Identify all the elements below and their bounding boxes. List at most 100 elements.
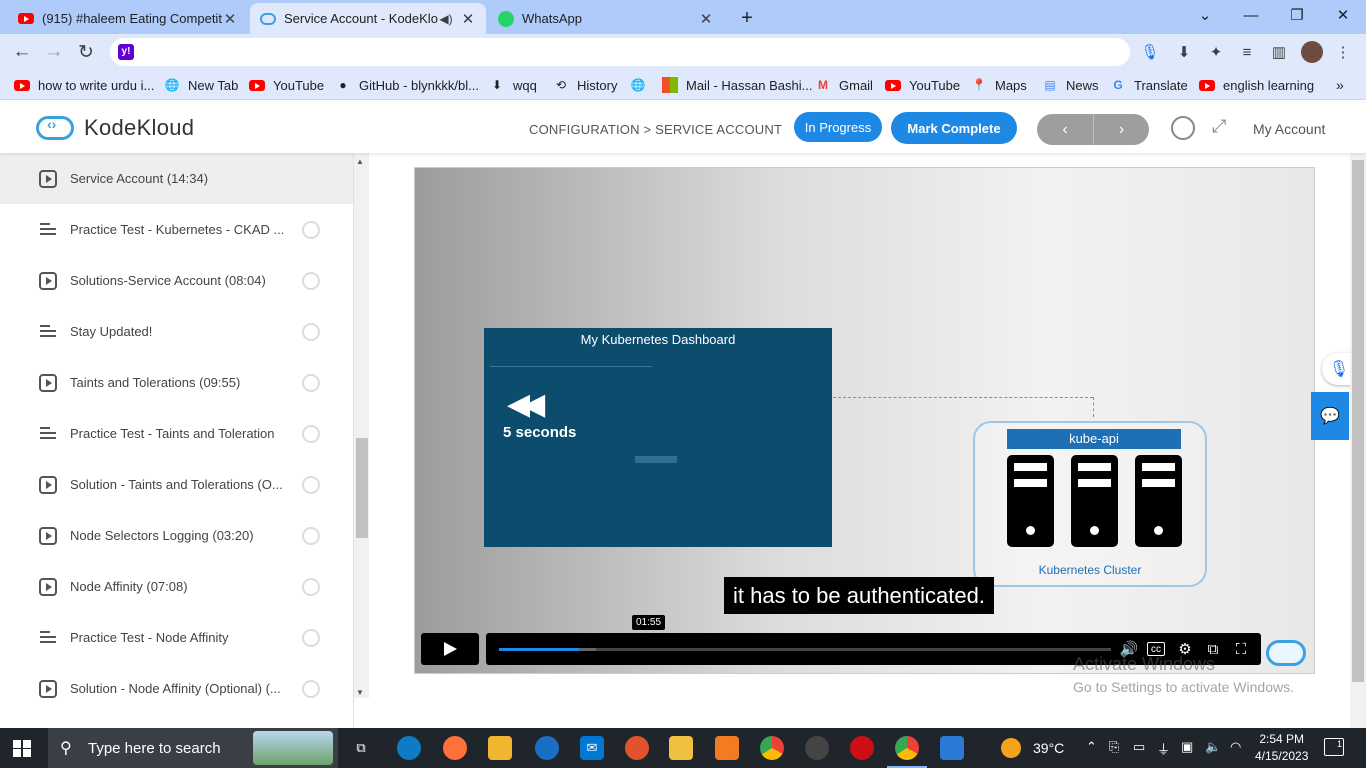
opera-icon[interactable] <box>850 736 874 760</box>
chrome-icon[interactable] <box>760 736 784 760</box>
next-lesson-button[interactable]: › <box>1093 114 1149 145</box>
tab-search-icon[interactable]: ⌄ <box>1182 0 1228 30</box>
weather-widget[interactable]: 39°C <box>1001 738 1064 758</box>
microphone-icon[interactable]: 🎙 <box>1140 42 1160 62</box>
tab-whatsapp[interactable]: WhatsApp ✕ <box>488 3 724 34</box>
close-window-icon[interactable]: ✕ <box>1320 0 1366 30</box>
completion-circle-icon[interactable] <box>302 220 320 239</box>
completion-circle-icon[interactable] <box>302 526 320 545</box>
close-icon[interactable]: ✕ <box>698 10 714 28</box>
address-bar[interactable]: y! <box>110 38 1130 66</box>
menu-icon[interactable]: ⋮ <box>1333 42 1353 62</box>
store-icon[interactable] <box>488 736 512 760</box>
windows-start-icon[interactable] <box>13 740 31 757</box>
dark-mode-icon[interactable] <box>1171 116 1195 140</box>
close-icon[interactable]: ✕ <box>460 10 476 28</box>
extension-download-icon[interactable]: ⬇ <box>1174 42 1194 62</box>
completion-circle-icon[interactable] <box>302 679 320 698</box>
task-view-icon[interactable]: ⧉ <box>349 736 373 760</box>
sidebar-scrollbar[interactable] <box>354 153 369 698</box>
my-account-link[interactable]: My Account <box>1253 121 1325 137</box>
firefox-icon[interactable] <box>443 736 467 760</box>
bookmark-item[interactable]: 🌐 New Tab <box>164 76 239 94</box>
completion-circle-icon[interactable] <box>302 373 320 392</box>
reload-icon[interactable]: ↻ <box>73 40 99 64</box>
app-icon[interactable] <box>625 736 649 760</box>
bookmark-item[interactable]: YouTube <box>885 76 960 94</box>
tab-kodekloud[interactable]: Service Account - KodeKloud ◀) ✕ <box>250 3 486 34</box>
lesson-item[interactable]: Node Affinity (07:08) <box>0 561 353 612</box>
bookmark-item[interactable]: ⬇ wqq <box>489 76 537 94</box>
expand-icon[interactable]: ⤢ <box>1212 116 1226 137</box>
speaker-icon[interactable]: 🔈 <box>1205 739 1221 755</box>
completion-circle-icon[interactable] <box>302 475 320 494</box>
chrome-active-icon[interactable] <box>887 736 927 768</box>
lesson-item[interactable]: Solutions-Service Account (08:04) <box>0 255 353 306</box>
completion-circle-icon[interactable] <box>302 628 320 647</box>
lesson-item[interactable]: Node Selectors Logging (03:20) <box>0 510 353 561</box>
scroll-down-icon[interactable]: ▼ <box>356 688 364 697</box>
bookmark-item[interactable]: G Translate <box>1110 76 1187 94</box>
side-panel-icon[interactable]: ▥ <box>1269 42 1289 62</box>
kodekloud-logo[interactable]: KodeKloud <box>36 115 194 141</box>
monitor-icon[interactable]: ▣ <box>1181 739 1193 755</box>
forward-icon[interactable]: → <box>41 40 67 64</box>
bookmark-item[interactable]: ⟲ History <box>553 76 617 94</box>
sidebar-scroll-thumb[interactable] <box>356 438 368 538</box>
file-explorer-icon[interactable] <box>669 736 693 760</box>
mark-complete-button[interactable]: Mark Complete <box>891 112 1017 144</box>
bookmarks-overflow-icon[interactable]: » <box>1336 76 1344 94</box>
minimize-icon[interactable]: — <box>1228 0 1274 30</box>
bookmark-item[interactable]: how to write urdu i... <box>14 76 154 94</box>
tab-youtube[interactable]: (915) #haleem Eating Competitio ✕ <box>8 3 248 34</box>
bookmark-item[interactable]: M Gmail <box>815 76 873 94</box>
usb-icon[interactable]: ⏚ <box>1157 739 1170 758</box>
lesson-item[interactable]: Solution - Node Affinity (Optional) (... <box>0 663 353 714</box>
lesson-item[interactable]: Service Account (14:34) <box>0 153 353 204</box>
chat-icon[interactable]: 💬 <box>1311 392 1349 440</box>
mute-icon[interactable]: ◀) <box>438 12 454 26</box>
lesson-item[interactable]: Practice Test - Taints and Toleration <box>0 408 353 459</box>
previous-lesson-button[interactable]: ‹ <box>1037 114 1093 145</box>
photos-icon[interactable] <box>940 736 964 760</box>
wifi-icon[interactable]: ◠ <box>1230 739 1241 755</box>
skype-icon[interactable] <box>535 736 559 760</box>
mail-icon[interactable]: ✉ <box>580 736 604 760</box>
obs-icon[interactable] <box>805 736 829 760</box>
lesson-item[interactable]: Practice Test - Node Affinity <box>0 612 353 663</box>
bookmark-item[interactable]: english learning <box>1199 76 1314 94</box>
settings-app-icon[interactable] <box>715 736 739 760</box>
puzzle-icon[interactable]: ✦ <box>1206 42 1226 62</box>
new-tab-button[interactable]: + <box>730 3 764 34</box>
edge-icon[interactable] <box>397 736 421 760</box>
page-scroll-thumb[interactable] <box>1352 160 1364 682</box>
completion-circle-icon[interactable] <box>302 169 320 188</box>
lesson-item[interactable]: Practice Test - Kubernetes - CKAD ... <box>0 204 353 255</box>
bookmark-item[interactable]: YouTube <box>249 76 324 94</box>
completion-circle-icon[interactable] <box>302 424 320 443</box>
play-button[interactable] <box>421 633 479 665</box>
scroll-up-icon[interactable]: ▲ <box>356 157 364 166</box>
media-control-icon[interactable]: ≡ <box>1237 42 1257 62</box>
close-icon[interactable]: ✕ <box>222 10 238 28</box>
system-clock[interactable]: 2:54 PM 4/15/2023 <box>1255 731 1308 765</box>
lesson-item[interactable]: Taints and Tolerations (09:55) <box>0 357 353 408</box>
lesson-item[interactable]: Solution - Taints and Tolerations (O... <box>0 459 353 510</box>
network-device-icon[interactable]: ⎘ <box>1109 739 1119 755</box>
lesson-item[interactable]: Stay Updated! <box>0 306 353 357</box>
completion-circle-icon[interactable] <box>302 271 320 290</box>
bookmark-item[interactable]: Mail - Hassan Bashi... <box>662 76 812 94</box>
bookmark-item[interactable]: ▤ News <box>1042 76 1098 94</box>
avatar[interactable] <box>1301 41 1323 63</box>
bookmark-item[interactable]: 🌐 <box>630 76 654 94</box>
completion-circle-icon[interactable] <box>302 322 320 341</box>
seek-bar[interactable] <box>499 648 1111 651</box>
restore-icon[interactable]: ❐ <box>1274 0 1320 30</box>
notifications-icon[interactable]: 1 <box>1324 738 1344 756</box>
video-player[interactable]: My Kubernetes Dashboard ◀◀ 5 seconds kub… <box>414 167 1315 674</box>
completion-circle-icon[interactable] <box>302 577 320 596</box>
bookmark-item[interactable]: ● GitHub - blynkkk/bl... <box>335 76 479 94</box>
in-progress-button[interactable]: In Progress <box>794 112 882 142</box>
tray-overflow-icon[interactable]: ⌃ <box>1086 739 1097 755</box>
display-icon[interactable]: ▭ <box>1133 739 1145 755</box>
